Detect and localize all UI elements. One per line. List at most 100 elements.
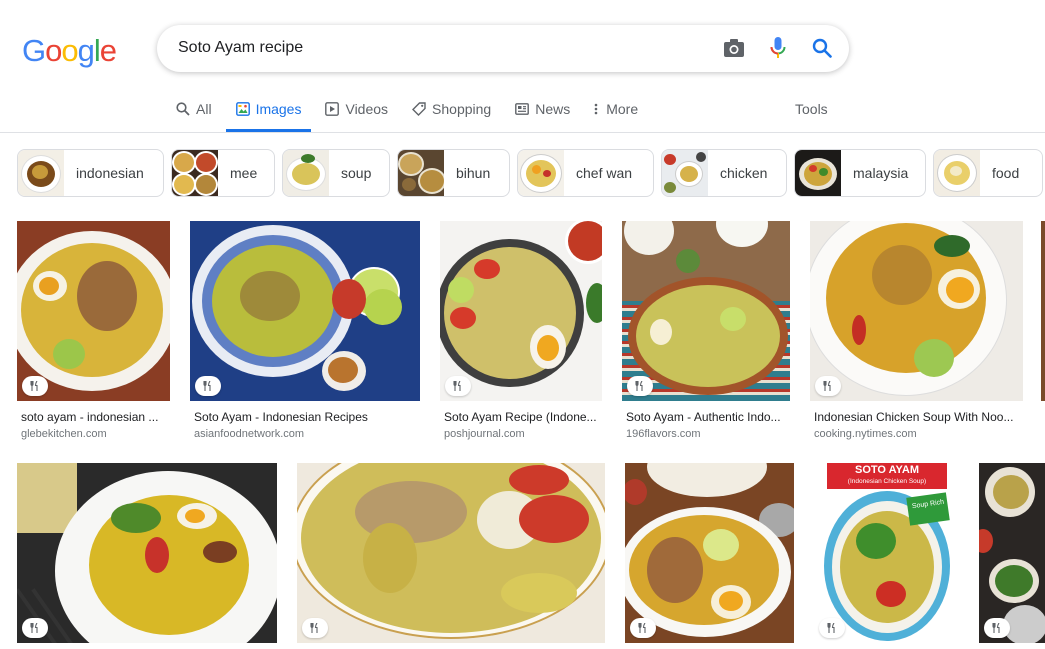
search-tabs: All Images Videos Shopping News More (176, 98, 662, 132)
tab-label: Videos (345, 101, 389, 117)
tab-all[interactable]: All (176, 98, 212, 132)
chip-soup[interactable]: soup (282, 149, 390, 197)
utensils-icon (22, 618, 48, 638)
image-icon (235, 102, 250, 116)
chip-label: soup (341, 165, 372, 181)
image-result[interactable] (17, 463, 277, 643)
tab-label: Shopping (432, 101, 492, 117)
result-thumbnail (622, 221, 790, 401)
utensils-icon (302, 618, 328, 638)
chip-thumbnail (795, 150, 841, 196)
result-thumbnail (190, 221, 420, 401)
result-thumbnail (297, 463, 605, 643)
news-icon (515, 102, 530, 116)
logo-letter: o (61, 33, 78, 68)
kebab-icon (594, 102, 600, 116)
search-icon[interactable] (811, 37, 833, 59)
result-title[interactable]: Soto Ayam - Authentic Indo... (626, 410, 790, 424)
tab-label: All (196, 101, 212, 117)
utensils-icon (819, 618, 845, 638)
chip-label: malaysia (853, 165, 909, 181)
result-thumbnail (1041, 221, 1045, 401)
image-result[interactable] (625, 463, 794, 643)
chip-thumbnail (398, 150, 444, 196)
utensils-icon (630, 618, 656, 638)
utensils-icon (627, 376, 653, 396)
tag-icon (412, 102, 426, 116)
image-result[interactable]: Soto Ayam - Indonesian Recipes asianfood… (190, 221, 420, 446)
result-source[interactable]: poshjournal.com (444, 428, 525, 440)
camera-icon[interactable] (723, 37, 745, 59)
image-result[interactable]: SOTO AYAM (Indonesian Chicken Soup) Soup… (814, 463, 959, 643)
logo-letter: o (45, 33, 62, 68)
utensils-icon (22, 376, 48, 396)
poster-title: SOTO AYAM (855, 464, 919, 476)
tools-button[interactable]: Tools (795, 101, 828, 117)
chip-mee[interactable]: mee (171, 149, 275, 197)
tab-images[interactable]: Images (225, 98, 312, 132)
logo-letter: g (77, 33, 95, 68)
chip-label: indonesian (76, 165, 144, 181)
chip-thumbnail (662, 150, 708, 196)
image-result[interactable] (297, 463, 605, 643)
tab-videos[interactable]: Videos (325, 98, 388, 132)
search-icons (723, 37, 833, 59)
chip-thumbnail (172, 150, 218, 196)
chip-food[interactable]: food (933, 149, 1043, 197)
chip-malaysia[interactable]: malaysia (794, 149, 926, 197)
result-title[interactable]: soto ayam - indonesian ... (21, 410, 167, 424)
utensils-icon (984, 618, 1010, 638)
search-icon (176, 102, 190, 116)
tab-label: More (606, 101, 639, 117)
tab-news[interactable]: News (515, 98, 570, 132)
search-input[interactable]: Soto Ayam recipe (178, 39, 303, 57)
result-thumbnail (17, 463, 277, 643)
result-title[interactable]: Soto Ayam - Indonesian Recipes (194, 410, 418, 424)
related-chips: indonesian mee soup bihun chef wan chick… (17, 149, 1043, 197)
image-result[interactable]: soto ayam - indonesian ... glebekitchen.… (17, 221, 170, 446)
result-thumbnail (625, 463, 794, 643)
search-box[interactable]: Soto Ayam recipe (157, 25, 849, 72)
chip-thumbnail (18, 150, 64, 196)
result-title[interactable]: Soto Ayam Recipe (Indone... (444, 410, 602, 424)
result-thumbnail (979, 463, 1045, 643)
chip-thumbnail (283, 150, 329, 196)
play-icon (325, 102, 340, 116)
poster-subtitle: (Indonesian Chicken Soup) (847, 478, 927, 485)
result-source[interactable]: glebekitchen.com (21, 428, 107, 440)
result-source[interactable]: cooking.nytimes.com (814, 428, 917, 440)
result-thumbnail (17, 221, 170, 401)
chip-chicken[interactable]: chicken (661, 149, 787, 197)
tab-more[interactable]: More (594, 98, 638, 132)
result-thumbnail (440, 221, 602, 401)
tab-label: Images (255, 101, 302, 117)
result-thumbnail: SOTO AYAM (Indonesian Chicken Soup) Soup… (814, 463, 959, 643)
utensils-icon (445, 376, 471, 396)
result-source[interactable]: asianfoodnetwork.com (194, 428, 304, 440)
result-title[interactable]: Indonesian Chicken Soup With Noo... (814, 410, 1020, 424)
chip-indonesian[interactable]: indonesian (17, 149, 164, 197)
chip-bihun[interactable]: bihun (397, 149, 510, 197)
chip-thumbnail (518, 150, 564, 196)
image-result[interactable] (979, 463, 1045, 643)
chip-thumbnail (934, 150, 980, 196)
tab-shopping[interactable]: Shopping (412, 98, 491, 132)
result-source[interactable]: 196flavors.com (626, 428, 701, 440)
result-thumbnail (810, 221, 1023, 401)
image-result[interactable]: Soto Ayam Recipe (Indone... poshjournal.… (440, 221, 602, 446)
header-divider (0, 132, 1045, 133)
chip-label: food (992, 165, 1020, 181)
chip-label: chicken (720, 165, 768, 181)
image-result[interactable]: Indonesian Chicken Soup With Noo... cook… (810, 221, 1023, 446)
image-result[interactable]: Soto Ayam - Authentic Indo... 196flavors… (622, 221, 790, 446)
chip-label: mee (230, 165, 258, 181)
chip-chef-wan[interactable]: chef wan (517, 149, 654, 197)
logo-letter: G (22, 33, 46, 68)
chip-label: bihun (456, 165, 491, 181)
mic-icon[interactable] (767, 37, 789, 59)
logo-letter: e (99, 33, 117, 68)
utensils-icon (195, 376, 221, 396)
utensils-icon (815, 376, 841, 396)
google-logo[interactable]: Google (22, 33, 117, 69)
image-result[interactable] (1041, 221, 1045, 401)
